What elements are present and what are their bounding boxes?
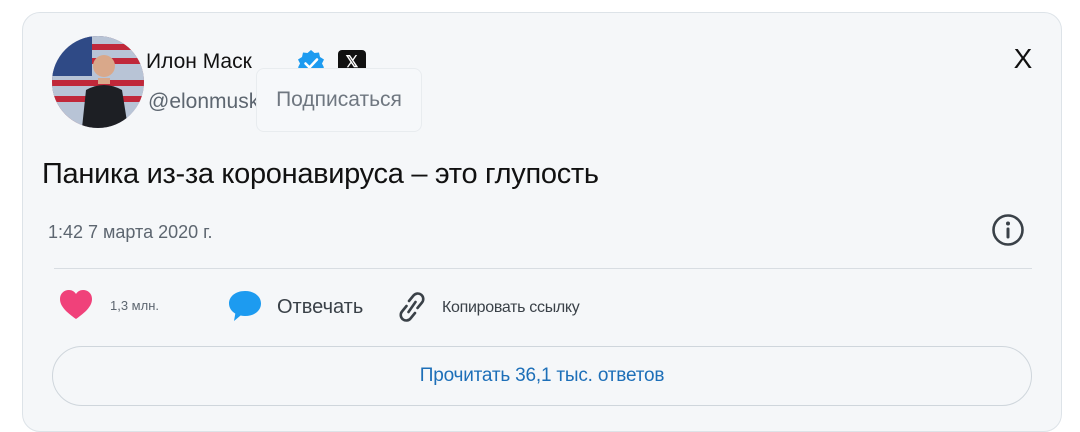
copy-link-button[interactable]: Копировать ссылку (442, 299, 580, 317)
subscribe-button[interactable]: Подписаться (256, 68, 422, 132)
info-icon[interactable] (990, 212, 1026, 248)
tweet-text: Паника из-за коронавируса – это глупость (42, 158, 599, 190)
author-handle[interactable]: @elonmusk (148, 90, 258, 114)
like-count: 1,3 млн. (110, 298, 159, 313)
avatar[interactable] (52, 36, 144, 128)
divider (54, 268, 1032, 269)
author-name[interactable]: Илон Маск (146, 50, 252, 74)
speech-bubble-icon[interactable] (226, 288, 264, 324)
close-button[interactable]: X (1008, 42, 1038, 76)
link-icon[interactable] (394, 290, 430, 324)
heart-icon[interactable] (58, 288, 94, 322)
tweet-timestamp[interactable]: 1:42 7 марта 2020 г. (48, 222, 213, 243)
reply-button[interactable]: Отвечать (277, 296, 363, 319)
read-replies-button[interactable]: Прочитать 36,1 тыс. ответов (52, 346, 1032, 406)
